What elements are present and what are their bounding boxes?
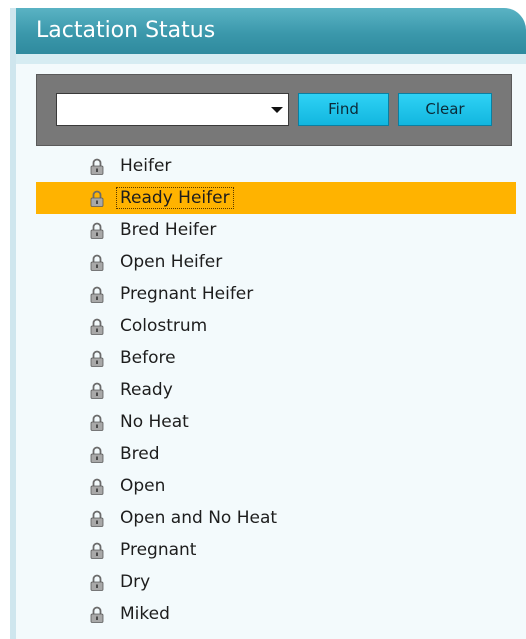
list-item-label: Open: [120, 476, 166, 496]
list-item[interactable]: Colostrum: [36, 310, 516, 342]
lock-icon: [90, 350, 104, 367]
lock-icon: [90, 286, 104, 303]
list-item[interactable]: Miked: [36, 598, 516, 630]
lactation-status-panel: Lactation Status Find Clear Heifer Ready …: [10, 8, 526, 639]
lock-icon: [90, 382, 104, 399]
lock-icon: [90, 510, 104, 527]
list-item[interactable]: Open and No Heat: [36, 502, 516, 534]
find-button[interactable]: Find: [298, 93, 389, 126]
list-item-label: Pregnant: [120, 540, 197, 560]
lock-icon: [90, 158, 104, 175]
list-item-label: Heifer: [120, 156, 172, 176]
panel-title: Lactation Status: [36, 18, 216, 43]
list-item[interactable]: Bred Heifer: [36, 214, 516, 246]
panel-body: Find Clear Heifer Ready Heifer Bred Heifer…: [16, 64, 526, 639]
list-item-label: Bred Heifer: [120, 220, 217, 240]
list-item[interactable]: Before: [36, 342, 516, 374]
lock-icon: [90, 318, 104, 335]
search-bar: Find Clear: [36, 74, 512, 146]
list-item-label: Pregnant Heifer: [120, 284, 254, 304]
lock-icon: [90, 606, 104, 623]
list-item-label: Dry: [120, 572, 151, 592]
list-item[interactable]: Bred: [36, 438, 516, 470]
panel-header: Lactation Status: [16, 8, 526, 54]
clear-button[interactable]: Clear: [398, 93, 492, 126]
header-strip: [16, 54, 526, 64]
list-item[interactable]: Ready Heifer: [36, 182, 516, 214]
list-item-label: Open Heifer: [120, 252, 223, 272]
list-item-label: No Heat: [120, 412, 189, 432]
list-item-label: Ready Heifer: [116, 187, 234, 209]
status-list: Heifer Ready Heifer Bred Heifer Open Heifer…: [36, 150, 516, 630]
lock-icon: [90, 542, 104, 559]
list-item-label: Miked: [120, 604, 170, 624]
lock-icon: [90, 254, 104, 271]
list-item-label: Colostrum: [120, 316, 208, 336]
lock-icon: [90, 574, 104, 591]
lock-icon: [90, 222, 104, 239]
list-item-label: Before: [120, 348, 176, 368]
list-item-label: Open and No Heat: [120, 508, 278, 528]
lock-icon: [90, 446, 104, 463]
list-item[interactable]: Open: [36, 470, 516, 502]
lock-icon: [90, 414, 104, 431]
list-item[interactable]: Dry: [36, 566, 516, 598]
list-item[interactable]: Open Heifer: [36, 246, 516, 278]
list-item[interactable]: Pregnant: [36, 534, 516, 566]
lock-icon: [90, 478, 104, 495]
list-item[interactable]: Pregnant Heifer: [36, 278, 516, 310]
chevron-down-icon[interactable]: [271, 107, 283, 113]
lock-icon: [90, 190, 104, 207]
status-combo-box[interactable]: [56, 93, 289, 126]
list-item[interactable]: Heifer: [36, 150, 516, 182]
list-item-label: Bred: [120, 444, 160, 464]
list-item[interactable]: Ready: [36, 374, 516, 406]
list-item[interactable]: No Heat: [36, 406, 516, 438]
list-item-label: Ready: [120, 380, 173, 400]
